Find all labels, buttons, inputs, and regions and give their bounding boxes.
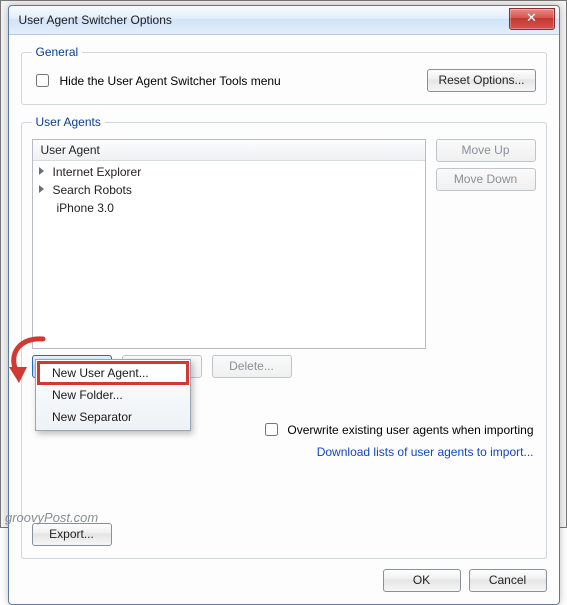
watermark: groovyPost.com — [5, 510, 98, 525]
menu-item-label: New Folder... — [52, 388, 123, 402]
list-item-label: Internet Explorer — [53, 165, 142, 179]
list-header-user-agent[interactable]: User Agent — [33, 140, 425, 161]
reset-options-button[interactable]: Reset Options... — [427, 69, 535, 92]
window-title: User Agent Switcher Options — [19, 13, 172, 27]
cancel-button[interactable]: Cancel — [469, 569, 547, 592]
list-item-label: iPhone 3.0 — [57, 201, 114, 215]
general-legend: General — [32, 45, 83, 59]
move-down-button[interactable]: Move Down — [436, 168, 536, 191]
window-close-button[interactable]: ✕ — [509, 8, 555, 30]
menu-item-label: New User Agent... — [52, 366, 149, 380]
move-up-button[interactable]: Move Up — [436, 139, 536, 162]
user-agent-list[interactable]: User Agent Internet Explorer Search Robo… — [32, 139, 426, 349]
list-item[interactable]: Search Robots — [33, 181, 425, 199]
delete-button[interactable]: Delete... — [212, 355, 292, 378]
chevron-right-icon — [39, 167, 44, 175]
download-lists-link[interactable]: Download lists of user agents to import.… — [317, 445, 534, 459]
general-group: General Hide the User Agent Switcher Too… — [21, 45, 547, 105]
overwrite-label: Overwrite existing user agents when impo… — [287, 423, 533, 437]
ok-button[interactable]: OK — [383, 569, 461, 592]
list-item[interactable]: iPhone 3.0 — [33, 199, 425, 217]
user-agents-group: User Agents User Agent Internet Explorer… — [21, 115, 547, 559]
title-bar: User Agent Switcher Options ✕ — [9, 6, 559, 35]
menu-item-label: New Separator — [52, 410, 132, 424]
new-dropdown-menu: New User Agent... New Folder... New Sepa… — [35, 359, 191, 431]
menu-item-new-folder[interactable]: New Folder... — [38, 384, 188, 406]
menu-item-new-user-agent[interactable]: New User Agent... — [38, 362, 188, 384]
chevron-right-icon — [39, 185, 44, 193]
hide-tools-menu-checkbox[interactable] — [36, 74, 49, 87]
hide-tools-menu-label: Hide the User Agent Switcher Tools menu — [60, 74, 281, 88]
close-icon: ✕ — [526, 10, 537, 25]
list-item-label: Search Robots — [53, 183, 132, 197]
list-rows: Internet Explorer Search Robots iPhone 3… — [33, 161, 425, 219]
list-item[interactable]: Internet Explorer — [33, 163, 425, 181]
menu-item-new-separator[interactable]: New Separator — [38, 406, 188, 428]
user-agents-legend: User Agents — [32, 115, 105, 129]
export-button[interactable]: Export... — [32, 523, 112, 546]
overwrite-checkbox[interactable] — [265, 423, 278, 436]
